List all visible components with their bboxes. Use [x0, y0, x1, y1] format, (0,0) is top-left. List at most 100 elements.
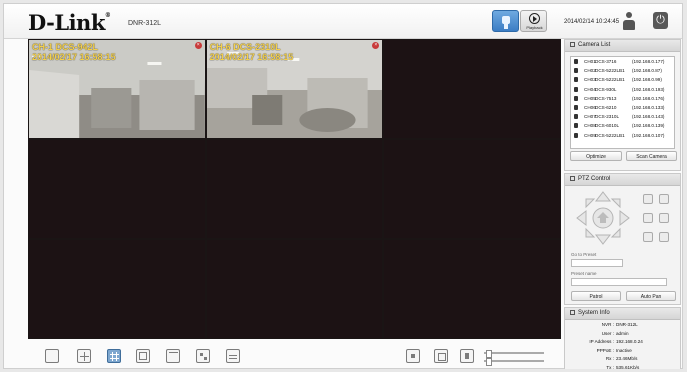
list-item[interactable]: CH04 DCS-930L (192.168.0.193): [571, 85, 674, 94]
camera-channel: CH02: [584, 68, 596, 74]
zoom-in-icon[interactable]: [643, 194, 653, 204]
camera-ip: (192.168.0.133): [632, 104, 665, 110]
layout-1plus7-icon[interactable]: [166, 349, 180, 363]
osd-timestamp: 2014/02/17 16:58:15: [209, 52, 294, 62]
list-item[interactable]: CH01 DCS-3716 (192.168.0.177): [571, 57, 674, 66]
camera-channel: CH03: [584, 77, 596, 83]
zoom-out-icon[interactable]: [659, 194, 669, 204]
list-item[interactable]: CH08 DCS-6010L (192.168.0.139): [571, 121, 674, 130]
scan-camera-button[interactable]: Scan Camera: [626, 151, 677, 161]
video-cell-8[interactable]: [206, 240, 383, 338]
volume-slider[interactable]: [484, 350, 544, 358]
osd-camera-name: CH-6 DCS-2310L: [209, 42, 281, 52]
system-info-title: System Info: [578, 310, 610, 316]
audio-icon[interactable]: [460, 349, 474, 363]
live-view-button[interactable]: [492, 10, 519, 32]
info-icon: [570, 310, 575, 315]
video-cell-6[interactable]: [384, 140, 560, 238]
mic-slider[interactable]: [484, 358, 544, 366]
camera-icon: [574, 68, 578, 74]
layout-toolbar: [28, 346, 561, 366]
list-item[interactable]: CH06 DCS-6210 (192.168.0.133): [571, 103, 674, 112]
camera-ip: (192.168.0.193): [632, 86, 665, 92]
camera-channel: CH05: [584, 95, 596, 101]
osd-timestamp: 2014/02/17 16:58:15: [32, 52, 116, 62]
camera-channel: CH09: [584, 132, 596, 138]
current-datetime: 2014/02/14 10:24:45: [564, 19, 620, 25]
ptz-right-icon: [619, 209, 630, 227]
list-item[interactable]: CH07 DCS-2310L (192.168.0.143): [571, 112, 674, 121]
iris-open-icon[interactable]: [643, 232, 653, 242]
camera-icon: [574, 123, 578, 129]
camera-name: DCS-5222LB1: [595, 68, 625, 74]
record-icon[interactable]: [434, 349, 448, 363]
fullscreen-icon[interactable]: [226, 349, 240, 363]
info-value: Inactive: [616, 347, 632, 353]
ptz-down-icon: [594, 234, 612, 245]
ptz-arrows: [576, 191, 630, 245]
video-osd: CH-6 DCS-2310L 2014/02/17 16:58:15: [210, 42, 294, 62]
video-osd: CH-1 DCS-942L 2014/02/17 16:58:15: [32, 42, 116, 62]
camera-name: DCS-6010L: [595, 123, 620, 129]
play-triangle-icon: [533, 16, 537, 22]
camera-name: DCS-5222LB1: [595, 77, 625, 83]
layout-1plus5-icon[interactable]: [136, 349, 150, 363]
layout-1x1-icon[interactable]: [45, 349, 59, 363]
goto-preset-select[interactable]: [571, 259, 623, 267]
camera-icon: [574, 132, 578, 138]
layout-4x4-icon[interactable]: [196, 349, 210, 363]
user-icon[interactable]: [623, 12, 635, 31]
logout-power-icon[interactable]: ⏻: [653, 12, 668, 29]
logo-mark: ®: [104, 12, 111, 19]
playback-button[interactable]: Playback: [520, 10, 547, 32]
camera-ip: (192.168.0.177): [632, 59, 665, 64]
camera-ip: (192.168.0.107): [632, 132, 665, 138]
goto-preset-label: Go to Preset: [571, 252, 597, 257]
auto-pan-button[interactable]: Auto Pan: [626, 291, 676, 301]
focus-far-icon[interactable]: [659, 213, 669, 223]
camera-name: DCS-6210: [595, 104, 617, 110]
video-cell-5[interactable]: [206, 140, 383, 238]
video-cell-9[interactable]: [384, 240, 560, 338]
list-item[interactable]: CH05 DCS-7513 (192.168.0.176): [571, 94, 674, 103]
camera-list: CH01 DCS-3716 (192.168.0.177) CH02 DCS-5222…: [570, 56, 675, 149]
camera-channel: CH04: [584, 86, 596, 92]
dlink-logo: D-Link®: [28, 10, 111, 35]
camera-name: DCS-3716: [595, 59, 617, 64]
layout-2x2-icon[interactable]: [77, 349, 91, 363]
camera-list-panel: Camera List CH01 DCS-3716 (192.168.0.177) …: [564, 39, 681, 171]
ptz-direction-pad: [573, 190, 633, 246]
video-cell-7[interactable]: [29, 240, 205, 338]
video-cell-2[interactable]: CH-6 DCS-2310L 2014/02/17 16:58:15 ×: [206, 40, 383, 138]
ptz-up-icon: [594, 191, 612, 202]
camera-icon: [574, 104, 578, 110]
list-item[interactable]: CH09 DCS-5222LB1 (192.168.0.107): [571, 131, 674, 140]
ptz-up-left-icon: [585, 198, 596, 209]
camera-list-title: Camera List: [578, 42, 611, 48]
video-cell-3[interactable]: [384, 40, 560, 138]
camera-channel: CH07: [584, 114, 596, 120]
layout-3x3-icon[interactable]: [107, 349, 121, 363]
video-cell-4[interactable]: [29, 140, 205, 238]
camera-ip: (192.168.0.143): [632, 114, 665, 120]
preset-name-input[interactable]: [571, 278, 667, 286]
iris-close-icon[interactable]: [659, 232, 669, 242]
ptz-left-icon: [576, 209, 587, 227]
info-row: PPPoE : Inactive: [596, 347, 632, 353]
camera-name: DCS-930L: [595, 86, 617, 92]
camera-list-header: Camera List: [565, 40, 680, 52]
video-cell-1[interactable]: CH-1 DCS-942L 2014/02/17 16:58:15 ×: [29, 40, 205, 138]
close-stream-icon[interactable]: ×: [194, 42, 202, 49]
camera-ip: (192.168.0.99): [632, 77, 662, 83]
camera-ip: (192.168.0.139): [632, 123, 665, 129]
camera-icon: [502, 16, 510, 24]
focus-near-icon[interactable]: [643, 213, 653, 223]
info-row: IP Address :192.168.0.24: [589, 339, 643, 344]
list-item[interactable]: CH03 DCS-5222LB1 (192.168.0.99): [571, 75, 674, 84]
patrol-button[interactable]: Patrol: [571, 291, 621, 301]
optimize-button[interactable]: Optimize: [570, 151, 622, 161]
camera-icon: [574, 95, 578, 101]
info-row: Rx :23.46Mb/s: [605, 356, 638, 361]
list-item[interactable]: CH02 DCS-5222LB1 (192.168.0.87): [571, 66, 674, 75]
snapshot-icon[interactable]: [406, 349, 420, 363]
